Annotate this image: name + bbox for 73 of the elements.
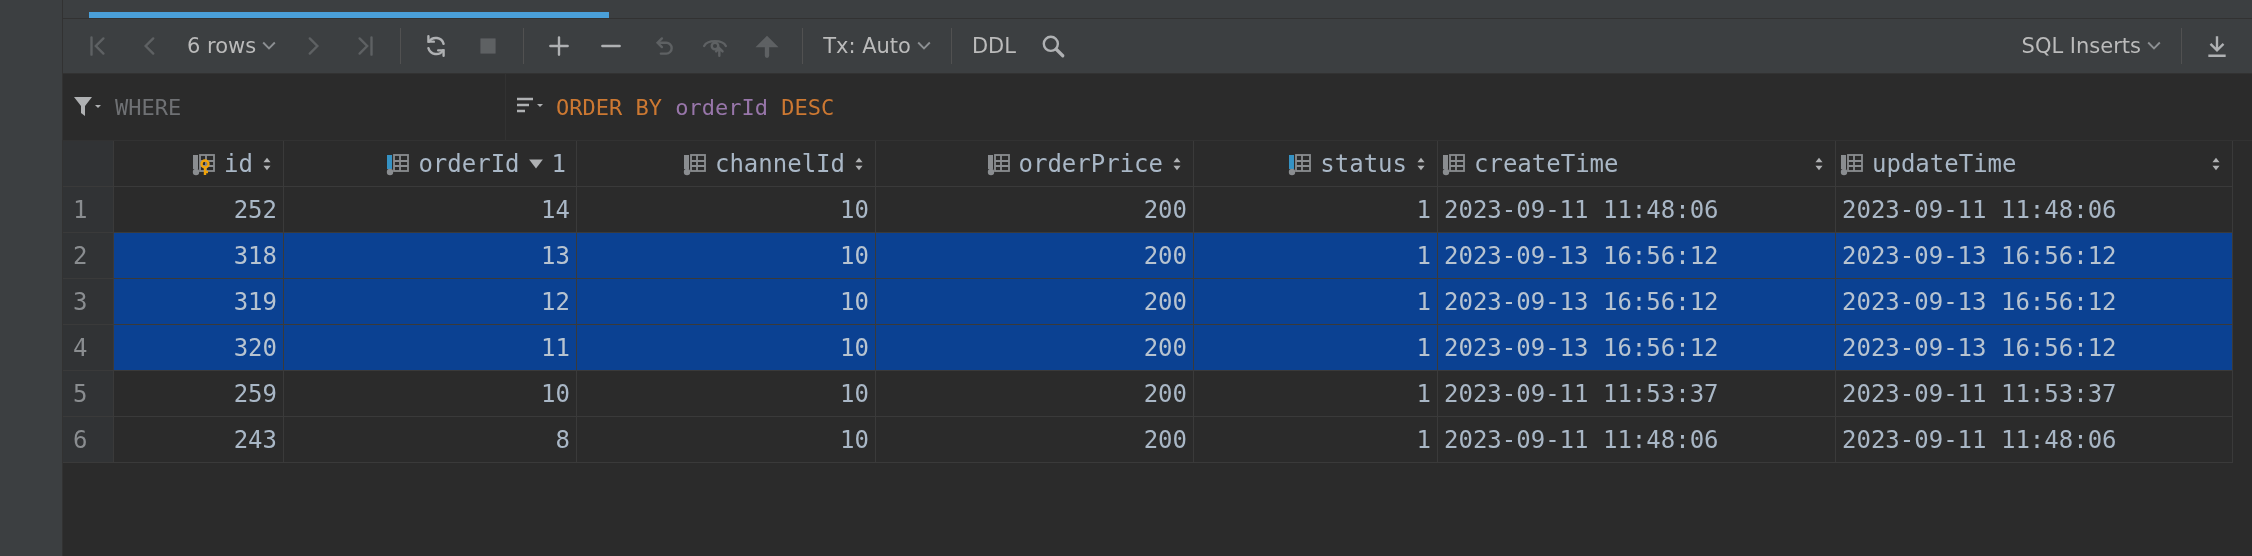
column-header[interactable]: status bbox=[1194, 141, 1438, 187]
table-cell: 11 bbox=[284, 325, 577, 371]
table-cell: 2023-09-11 11:48:06 bbox=[1438, 417, 1836, 463]
sort-arrows-icon[interactable] bbox=[1813, 155, 1825, 172]
dropdown-button[interactable]: Tx: Auto bbox=[817, 30, 937, 62]
table-icon bbox=[1442, 151, 1466, 176]
table-cell: 10 bbox=[284, 371, 577, 417]
chevron-icon bbox=[916, 41, 931, 51]
sort-descending-icon[interactable] bbox=[527, 157, 544, 170]
sort-order: 1 bbox=[551, 149, 566, 178]
row-number[interactable]: 3 bbox=[63, 279, 114, 325]
table-cell: 10 bbox=[577, 371, 876, 417]
row-number[interactable]: 2 bbox=[63, 233, 114, 279]
chevron-icon bbox=[262, 41, 277, 51]
order-by-field[interactable]: ORDER BY orderId DESC bbox=[556, 94, 835, 120]
dropdown-button[interactable]: 6 rows bbox=[181, 30, 283, 62]
table-cell: 10 bbox=[577, 233, 876, 279]
table-cell: 259 bbox=[114, 371, 284, 417]
sort-arrows-icon[interactable] bbox=[1415, 155, 1427, 172]
row-number[interactable]: 5 bbox=[63, 371, 114, 417]
table-icon bbox=[1840, 151, 1864, 176]
table-cell: 10 bbox=[577, 417, 876, 463]
table-icon bbox=[682, 151, 707, 176]
table-cell: 1 bbox=[1194, 371, 1438, 417]
table-cell: 2023-09-11 11:53:37 bbox=[1438, 371, 1836, 417]
row-number[interactable]: 1 bbox=[63, 187, 114, 233]
indexed-table-icon bbox=[386, 151, 411, 176]
table-cell: 10 bbox=[577, 279, 876, 325]
row-number[interactable]: 6 bbox=[63, 417, 114, 463]
table-cell: 1 bbox=[1194, 417, 1438, 463]
table-cell: 1 bbox=[1194, 325, 1438, 371]
table-cell: 200 bbox=[876, 371, 1194, 417]
column-header[interactable]: id bbox=[114, 141, 284, 187]
ddl-button[interactable]: DDL bbox=[965, 30, 1022, 62]
table-cell: 200 bbox=[876, 233, 1194, 279]
table-cell: 200 bbox=[876, 325, 1194, 371]
table-cell: 200 bbox=[876, 279, 1194, 325]
table-cell: 10 bbox=[577, 325, 876, 371]
table-cell: 2023-09-11 11:48:06 bbox=[1836, 417, 2233, 463]
key-table-icon bbox=[192, 151, 217, 176]
filter-icon[interactable] bbox=[73, 95, 103, 119]
table-cell: 2023-09-13 16:56:12 bbox=[1836, 233, 2233, 279]
indexed-table-icon bbox=[1288, 151, 1313, 176]
table-cell: 1 bbox=[1194, 233, 1438, 279]
sort-arrows-icon[interactable] bbox=[261, 155, 273, 172]
sort-arrows-icon[interactable] bbox=[1171, 155, 1183, 172]
table-cell: 319 bbox=[114, 279, 284, 325]
where-field[interactable]: WHERE bbox=[113, 93, 417, 121]
sort-arrows-icon[interactable] bbox=[853, 155, 865, 172]
sort-arrows-icon[interactable] bbox=[2210, 155, 2222, 172]
table-cell: 2023-09-13 16:56:12 bbox=[1836, 325, 2233, 371]
table-cell: 200 bbox=[876, 417, 1194, 463]
table-cell: 1 bbox=[1194, 279, 1438, 325]
column-header[interactable]: orderPrice bbox=[876, 141, 1194, 187]
chevron-icon bbox=[2147, 41, 2161, 51]
table-cell: 318 bbox=[114, 233, 284, 279]
table-icon bbox=[986, 151, 1011, 176]
table-cell: 2023-09-13 16:56:12 bbox=[1836, 279, 2233, 325]
table-cell: 12 bbox=[284, 279, 577, 325]
table-cell: 320 bbox=[114, 325, 284, 371]
dropdown-button[interactable]: SQL Inserts bbox=[2015, 30, 2167, 62]
table-cell: 13 bbox=[284, 233, 577, 279]
row-number[interactable]: 4 bbox=[63, 325, 114, 371]
column-header[interactable]: updateTime bbox=[1836, 141, 2233, 187]
table-cell: 8 bbox=[284, 417, 577, 463]
table-cell: 2023-09-13 16:56:12 bbox=[1438, 233, 1836, 279]
table-cell: 2023-09-11 11:53:37 bbox=[1836, 371, 2233, 417]
table-cell: 2023-09-13 16:56:12 bbox=[1438, 325, 1836, 371]
table-cell: 2023-09-13 16:56:12 bbox=[1438, 279, 1836, 325]
column-header[interactable]: createTime bbox=[1438, 141, 1836, 187]
column-header[interactable]: orderId 1 bbox=[284, 141, 577, 187]
column-header[interactable]: channelId bbox=[577, 141, 876, 187]
table-cell: 243 bbox=[114, 417, 284, 463]
